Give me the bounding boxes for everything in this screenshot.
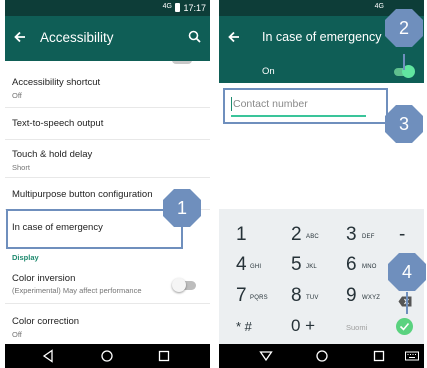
callout-number: 3 <box>398 114 409 134</box>
status-bar: 4G 17:17 <box>5 0 210 16</box>
key-letters: WXYZ <box>362 295 381 301</box>
key-letters: PQRS <box>250 295 268 301</box>
nav-home-icon[interactable] <box>313 347 331 365</box>
keyboard-icon[interactable] <box>403 347 421 365</box>
nav-recents-icon[interactable] <box>155 347 173 365</box>
item-title: Multipurpose button configuration <box>12 189 153 200</box>
key-digit: 8 <box>291 285 302 306</box>
key-letters: MNO <box>362 264 377 270</box>
list-item-text-to-speech[interactable]: Text-to-speech output <box>5 108 210 138</box>
page-title: In case of emergency <box>262 30 382 44</box>
key-digit: 2 <box>291 224 302 245</box>
item-title: Touch & hold delay <box>12 149 93 160</box>
callout-number: 1 <box>176 198 187 218</box>
key-letters: GHI <box>250 264 262 270</box>
key-language[interactable]: Suomi <box>346 313 396 346</box>
list-item-color-inversion[interactable]: Color inversion (Experimental) May affec… <box>5 267 210 301</box>
emergency-toggle-row[interactable]: On <box>219 61 424 83</box>
list-item-color-correction[interactable]: Color correction Off <box>5 304 210 342</box>
key-7[interactable]: 7 PQRS <box>236 282 286 315</box>
back-arrow-icon[interactable] <box>225 28 243 46</box>
signal-icon: 4G <box>162 3 172 10</box>
callout-leader <box>403 54 405 70</box>
status-time: 17:17 <box>183 3 206 13</box>
key-letters: JKL <box>306 264 317 270</box>
key-symbol: - <box>399 224 406 245</box>
navigation-bar <box>219 344 424 368</box>
key-digit: 4 <box>236 254 247 275</box>
right-phone-screen: 4G In case of emergency On Contact numbe… <box>219 0 424 368</box>
signal-icon: 4G <box>374 3 384 10</box>
key-letters: TUV <box>306 295 319 301</box>
color-inversion-toggle[interactable] <box>172 278 196 292</box>
callout-badge-1: 1 <box>162 188 202 228</box>
callout-badge-4: 4 <box>387 252 427 292</box>
key-3[interactable]: 3 DEF <box>346 221 396 254</box>
list-item-touch-hold-delay[interactable]: Touch & hold delay Short <box>5 140 210 176</box>
toggle-label: On <box>262 66 275 77</box>
toggle-knob <box>172 278 186 292</box>
delete-icon[interactable] <box>398 294 412 307</box>
key-digit: 9 <box>346 285 357 306</box>
contact-highlight-box <box>223 88 388 124</box>
key-4[interactable]: 4 GHI <box>236 251 286 284</box>
callout-badge-2: 2 <box>384 8 424 48</box>
callout-leader <box>406 292 408 314</box>
section-header-display: Display <box>12 253 39 262</box>
key-digit: 0 + <box>291 316 316 335</box>
battery-icon <box>175 3 180 12</box>
callout-number: 2 <box>398 18 409 38</box>
nav-recents-icon[interactable] <box>370 347 388 365</box>
key-digit: 1 <box>236 224 247 245</box>
key-minus[interactable]: - <box>399 221 419 254</box>
item-subtitle: Short <box>12 163 30 172</box>
key-letters: ABC <box>306 234 319 240</box>
emergency-highlight-box <box>6 209 183 249</box>
key-digit: 7 <box>236 285 247 306</box>
key-digit: 3 <box>346 224 357 245</box>
item-title: Accessibility shortcut <box>12 77 101 88</box>
page-title: Accessibility <box>40 30 114 45</box>
search-icon[interactable] <box>186 28 204 46</box>
item-title: Text-to-speech output <box>12 118 104 129</box>
key-letters: DEF <box>362 234 375 240</box>
left-phone-screen: 4G 17:17 Accessibility Accessibility sho… <box>5 0 210 368</box>
key-digit: 6 <box>346 254 357 275</box>
back-arrow-icon[interactable] <box>11 28 29 46</box>
key-digit: 5 <box>291 254 302 275</box>
key-1[interactable]: 1 <box>236 221 286 254</box>
key-5[interactable]: 5 JKL <box>291 251 341 284</box>
key-star-hash[interactable]: * # <box>236 313 286 346</box>
item-title: Color inversion <box>12 273 76 284</box>
nav-back-icon[interactable] <box>39 347 57 365</box>
item-subtitle: Off <box>12 91 22 100</box>
key-symbol: * # <box>236 319 252 334</box>
app-bar: Accessibility <box>5 16 210 61</box>
list-item-partial <box>5 61 210 71</box>
callout-number: 4 <box>401 262 412 282</box>
toggle-partial[interactable] <box>172 61 192 64</box>
nav-home-icon[interactable] <box>98 347 116 365</box>
list-item-accessibility-shortcut[interactable]: Accessibility shortcut Off <box>5 71 210 107</box>
key-2[interactable]: 2 ABC <box>291 221 341 254</box>
done-check-icon[interactable] <box>396 318 413 335</box>
item-subtitle: (Experimental) May affect performance <box>12 286 142 295</box>
item-title: Color correction <box>12 316 80 327</box>
key-8[interactable]: 8 TUV <box>291 282 341 315</box>
item-subtitle: Off <box>12 330 22 339</box>
callout-badge-3: 3 <box>384 104 424 144</box>
language-label: Suomi <box>346 323 368 332</box>
nav-back-icon[interactable] <box>257 347 275 365</box>
key-0-plus[interactable]: 0 + <box>291 313 341 346</box>
navigation-bar <box>5 344 210 368</box>
